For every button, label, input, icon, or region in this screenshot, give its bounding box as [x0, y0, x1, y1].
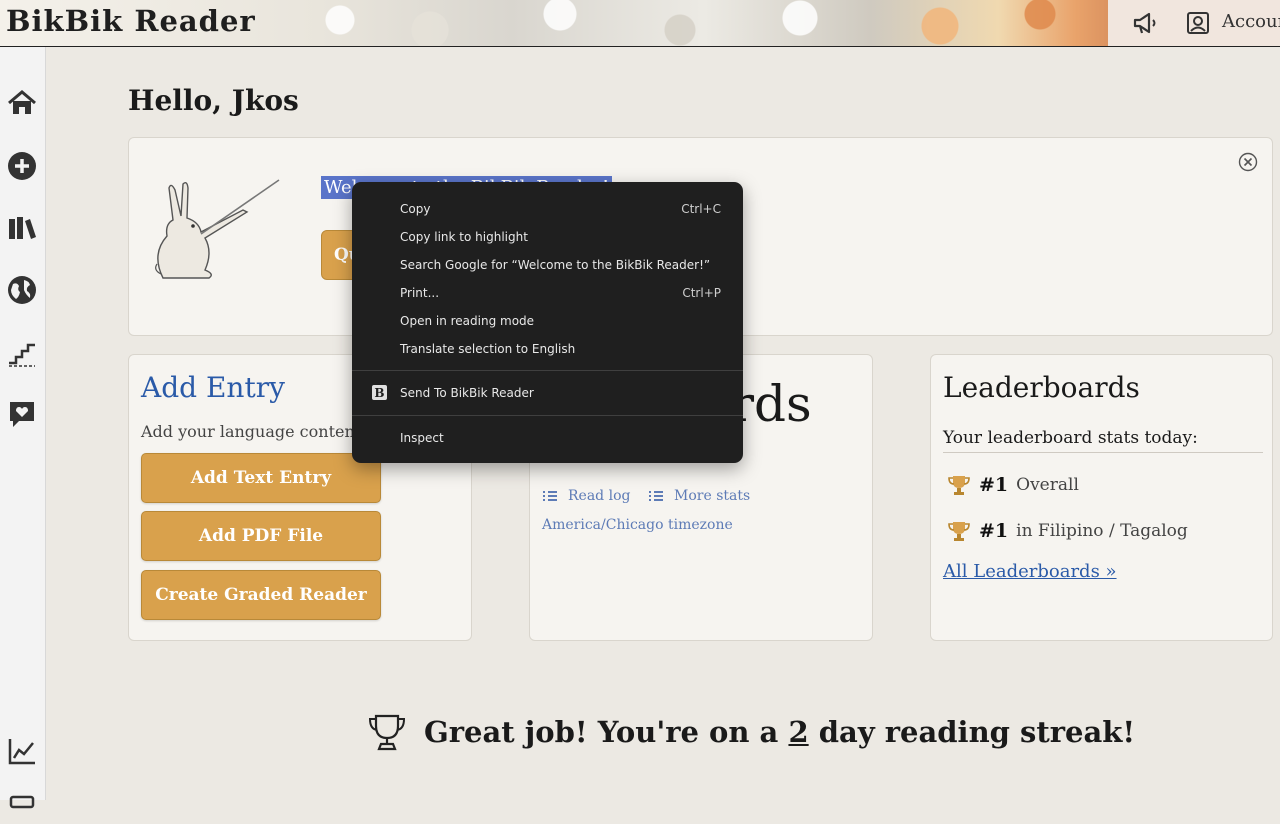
leaderboard-row-overall: #1 Overall [947, 473, 1079, 497]
list-icon [543, 491, 557, 501]
library-icon[interactable] [6, 212, 38, 244]
brand-logo[interactable]: BikBik Reader [6, 4, 256, 38]
add-circle-icon[interactable] [6, 150, 38, 182]
trophy-icon [948, 522, 970, 541]
context-menu-inspect[interactable]: Inspect [400, 428, 721, 448]
leaderboard-label: Overall [1016, 475, 1079, 495]
menu-divider [352, 370, 743, 371]
read-log-label: Read log [568, 488, 631, 504]
context-menu-print[interactable]: Print... Ctrl+P [400, 283, 721, 303]
heart-chat-icon[interactable] [6, 398, 38, 430]
sidebar-item-partial-icon[interactable] [6, 792, 38, 824]
context-menu-translate-selection[interactable]: Translate selection to English [400, 339, 721, 359]
context-menu-copy[interactable]: Copy Ctrl+C [400, 199, 721, 219]
leaderboard-rank: #1 [979, 520, 1009, 542]
timezone-link[interactable]: America/Chicago timezone [542, 517, 733, 533]
megaphone-icon[interactable] [1132, 11, 1160, 35]
context-menu: Copy Ctrl+C Copy link to highlight Searc… [352, 182, 743, 463]
stats-chart-icon[interactable] [6, 735, 38, 767]
close-icon[interactable] [1238, 152, 1258, 172]
sidebar [0, 47, 46, 809]
streak-days: 2 [788, 715, 809, 749]
leaderboards-title: Leaderboards [943, 371, 1140, 404]
add-pdf-file-button[interactable]: Add PDF File [141, 511, 381, 561]
floral-banner-decoration [300, 0, 1120, 46]
leaderboard-label: in Filipino / Tagalog [1016, 521, 1188, 541]
streak-prefix: Great job! You're on a [424, 715, 779, 749]
add-entry-title: Add Entry [141, 371, 285, 404]
context-menu-open-reading-mode[interactable]: Open in reading mode [400, 311, 721, 331]
menu-item-label: Copy [400, 202, 431, 216]
leaderboard-row-language: #1 in Filipino / Tagalog [947, 519, 1188, 543]
all-leaderboards-link[interactable]: All Leaderboards » [943, 561, 1117, 582]
trophy-outline-icon [368, 714, 406, 751]
menu-item-label: Inspect [400, 431, 444, 445]
home-icon[interactable] [6, 87, 38, 119]
streak-suffix: day reading streak! [818, 715, 1136, 749]
leaderboard-subtitle: Your leaderboard stats today: [943, 428, 1263, 453]
menu-item-label: Print... [400, 286, 440, 300]
menu-item-label: Search Google for “Welcome to the BikBik… [400, 258, 711, 272]
page-title: Hello, Jkos [128, 84, 299, 117]
app-header: BikBik Reader Account [0, 0, 1280, 47]
menu-item-label: Open in reading mode [400, 314, 535, 328]
more-stats-label: More stats [674, 488, 751, 504]
create-graded-reader-button[interactable]: Create Graded Reader [141, 570, 381, 620]
context-menu-search-google[interactable]: Search Google for “Welcome to the BikBik… [400, 255, 721, 275]
leaderboard-rank: #1 [979, 474, 1009, 496]
add-text-entry-button[interactable]: Add Text Entry [141, 453, 381, 503]
header-actions: Account [1108, 0, 1280, 46]
account-icon[interactable] [1186, 11, 1210, 35]
globe-icon[interactable] [6, 274, 38, 306]
context-menu-copy-link-to-highlight[interactable]: Copy link to highlight [400, 227, 721, 247]
read-log-link[interactable]: Read log [542, 488, 630, 504]
leaderboards-card: Leaderboards Your leaderboard stats toda… [930, 354, 1273, 641]
account-link[interactable]: Account [1222, 11, 1280, 32]
bikbik-extension-icon: B [372, 385, 387, 400]
menu-item-shortcut: Ctrl+C [681, 202, 721, 216]
trophy-icon [948, 476, 970, 495]
reading-streak-banner: Great job! You're on a 2 day reading str… [368, 712, 1135, 752]
context-menu-send-to-bikbik[interactable]: Send To BikBik Reader [400, 383, 721, 403]
menu-item-label: Copy link to highlight [400, 230, 528, 244]
add-entry-description: Add your language content h [141, 422, 377, 441]
stairs-icon[interactable] [6, 336, 38, 368]
more-stats-link[interactable]: More stats [648, 488, 750, 504]
menu-item-label: Send To BikBik Reader [400, 386, 534, 400]
menu-item-label: Translate selection to English [400, 342, 576, 356]
list-icon [649, 491, 663, 501]
menu-divider [352, 415, 743, 416]
rabbit-illustration [155, 179, 280, 279]
menu-item-shortcut: Ctrl+P [682, 286, 721, 300]
